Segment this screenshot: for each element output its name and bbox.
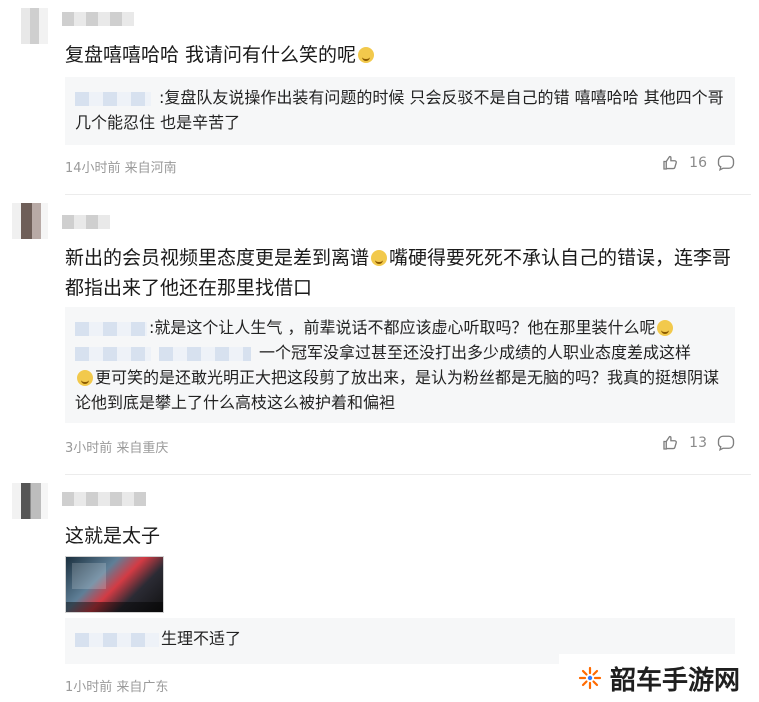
smile-emoji-icon [77, 369, 93, 386]
comment-icon[interactable] [717, 434, 735, 452]
reply-username-blurred[interactable] [75, 91, 151, 106]
reply-username-blurred-2[interactable] [75, 346, 151, 361]
laugh-emoji-icon [358, 46, 375, 63]
username-blurred[interactable] [62, 492, 146, 506]
reply-username-blurred[interactable] [75, 632, 159, 647]
like-count: 13 [689, 435, 707, 451]
reply-text: 生理不适了 [161, 629, 242, 648]
comment-text: 这就是太子 [65, 525, 161, 547]
reply-box: :就是这个让人生气 ，前辈说话不都应该虚心听取吗？他在那里装什么呢 一个冠军没拿… [65, 307, 735, 423]
username-blurred[interactable] [62, 215, 110, 229]
like-count: 16 [689, 155, 707, 171]
site-watermark: 韶车手游网 [559, 654, 759, 702]
reply-text-part-3: 更可笑的是还敢光明正大把这段剪了放出来，是认为粉丝都是无脑的吗？我真的挺想阴谋论… [75, 368, 720, 412]
reply-box: :复盘队友说操作出装有问题的时候 只会反驳不是自己的错 嘻嘻哈哈 其他四个哥几个… [65, 77, 735, 145]
comment-actions: 13 [661, 434, 735, 452]
comment-meta: 3小时前 来自重庆 [65, 441, 169, 456]
username-blurred[interactable] [62, 12, 134, 26]
comment-text: 新出的会员视频里态度更是差到离谱 嘴硬得要死死不承认自己的错误，连李哥都指出来了他… [65, 247, 732, 299]
laugh-emoji-icon [657, 319, 674, 336]
thumbs-up-icon[interactable] [661, 434, 679, 452]
comment-meta: 1小时前 来自广东 [65, 680, 169, 695]
thumbs-up-icon[interactable] [661, 154, 679, 172]
reply-username-blurred-3[interactable] [159, 346, 251, 361]
avatar[interactable] [12, 8, 48, 44]
comment-icon[interactable] [717, 154, 735, 172]
avatar[interactable] [12, 483, 48, 519]
avatar[interactable] [12, 203, 48, 239]
sparkle-logo-icon [578, 666, 602, 690]
comment-meta: 14小时前 来自河南 [65, 161, 177, 176]
comment-2: 新出的会员视频里态度更是差到离谱 嘴硬得要死死不承认自己的错误，连李哥都指出来了他… [0, 195, 759, 475]
comment-1: 复盘嘻嘻哈哈 我请问有什么笑的呢 :复盘队友说操作出装有问题的时候 只会反驳不是… [0, 0, 759, 195]
comment-actions: 16 [661, 154, 735, 172]
reply-text-part-1: :就是这个让人生气 ，前辈说话不都应该虚心听取吗？他在那里装什么呢 [149, 318, 656, 337]
reply-text: :复盘队友说操作出装有问题的时候 只会反驳不是自己的错 嘻嘻哈哈 其他四个哥几个… [75, 88, 724, 132]
comment-text: 复盘嘻嘻哈哈 我请问有什么笑的呢 [65, 40, 741, 70]
watermark-text: 韶车手游网 [609, 665, 740, 696]
comment-image-thumbnail[interactable] [65, 556, 164, 613]
smile-emoji-icon [371, 249, 388, 266]
reply-username-blurred[interactable] [75, 321, 147, 336]
reply-text-part-2: 一个冠军没拿过甚至还没打出多少成绩的人职业态度差成这样 [259, 343, 692, 362]
